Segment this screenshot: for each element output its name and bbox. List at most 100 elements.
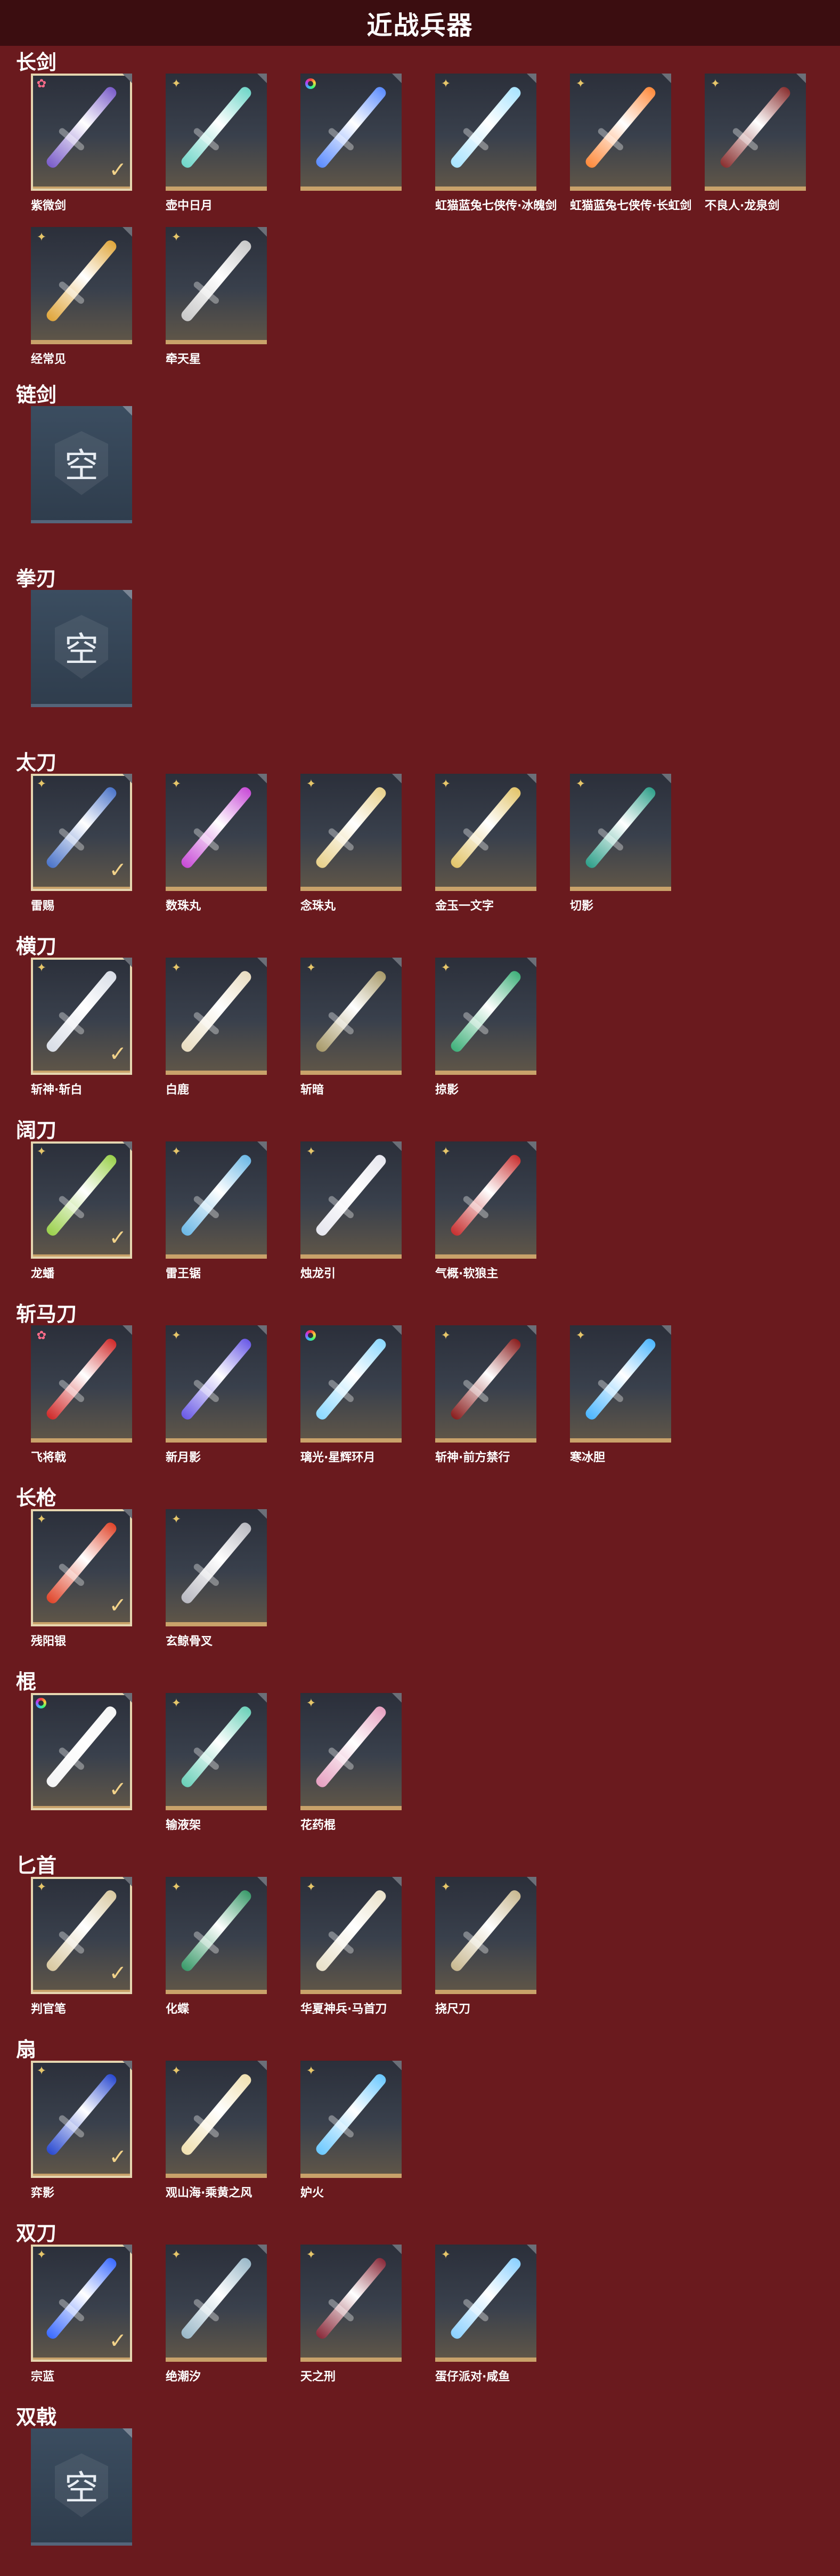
card-corner [662,1325,671,1335]
weapon-card[interactable]: ✦ [166,2061,267,2178]
weapon-card[interactable]: ✦ [435,958,536,1075]
weapon-card[interactable]: ✦ [166,1509,267,1626]
equipped-check-icon: ✓ [109,2329,127,2353]
weapon-icon [44,785,119,870]
weapon-icon [179,969,254,1054]
card-corner [392,958,402,967]
empty-slot-card[interactable]: 空 [31,406,132,523]
rainbow-ring-icon [305,1330,316,1341]
weapon-card[interactable]: ✦ [705,74,806,191]
weapon-icon [314,2072,388,2157]
weapon-card[interactable] [300,1325,402,1443]
card-corner [527,1325,536,1335]
card-corner [257,2245,267,2254]
rarity-star-icon: ✦ [306,2248,316,2262]
weapon-card[interactable]: ✦ [300,2061,402,2178]
rarity-star-icon: ✦ [171,1513,182,1526]
weapon-card[interactable]: ✿ [31,1325,132,1443]
weapon-card[interactable]: ✦ [435,1877,536,1994]
weapon-card[interactable]: ✦ ✓ [31,958,132,1075]
empty-slot-label: 空 [64,2469,99,2508]
weapon-card[interactable]: ✦ ✓ [31,774,132,891]
category-label: 长剑 [16,51,57,74]
card-corner [392,74,402,83]
weapon-card[interactable]: ✦ ✓ [31,1509,132,1626]
rarity-star-icon: ✦ [441,1881,451,1894]
weapon-icon [314,85,388,170]
rarity-star-icon: ✦ [306,777,316,791]
weapon-card[interactable]: ✦ ✓ [31,2061,132,2178]
weapon-card[interactable]: ✦ [300,1693,402,1810]
weapon-card[interactable]: ✦ [166,1693,267,1810]
weapon-card[interactable]: ✦ [166,1325,267,1443]
weapon-icon [44,1888,119,1973]
weapon-card[interactable]: ✦ [166,958,267,1075]
weapon-card[interactable]: ✦ [435,1141,536,1259]
weapon-card[interactable]: ✦ [435,74,536,191]
card-corner [392,774,402,783]
rarity-star-icon: ✦ [575,777,586,791]
weapon-card[interactable]: ✿ ✓ [31,74,132,191]
category-label: 斩马刀 [16,1302,77,1326]
weapon-card[interactable]: ✦ [166,1141,267,1259]
category-label: 双戟 [16,2405,57,2429]
weapon-card[interactable]: ✦ ✓ [31,1141,132,1259]
card-corner [392,2061,402,2070]
card-corner [796,74,806,83]
rarity-star-icon: ✦ [441,77,451,91]
page-title: 近战兵器 [0,0,840,46]
card-corner [527,958,536,967]
weapon-card[interactable]: ✦ [166,74,267,191]
weapon-card[interactable]: ✦ [166,1877,267,1994]
empty-slot-label: 空 [64,447,99,486]
weapon-name: 气概·软狼主 [435,1267,499,1281]
empty-slot-card[interactable]: 空 [31,590,132,707]
card-corner [123,958,132,967]
weapon-card[interactable]: ✦ [166,774,267,891]
rarity-star-icon: ✦ [36,1513,47,1526]
card-corner [257,1141,267,1151]
weapon-card[interactable]: ✦ [300,2245,402,2362]
weapon-icon [718,85,793,170]
weapon-card[interactable]: ✦ ✓ [31,1877,132,1994]
rarity-star-icon: ✦ [306,1697,316,1710]
card-corner [123,2245,132,2254]
empty-slot-card[interactable]: 空 [31,2428,132,2546]
card-corner [392,2245,402,2254]
weapon-card[interactable]: ✦ [435,2245,536,2362]
category-label: 扇 [16,2038,37,2061]
rarity-star-icon: ✦ [575,1329,586,1342]
weapon-card[interactable]: ✓ [31,1693,132,1810]
weapon-card[interactable]: ✦ [435,774,536,891]
weapon-card[interactable]: ✦ [300,774,402,891]
weapon-card[interactable]: ✦ [570,1325,671,1443]
weapon-card[interactable]: ✦ [31,227,132,344]
weapon-card[interactable]: ✦ [166,227,267,344]
weapon-card[interactable]: ✦ ✓ [31,2245,132,2362]
weapon-card[interactable] [300,74,402,191]
rarity-star-icon: ✦ [171,961,182,975]
weapon-card[interactable]: ✦ [300,1141,402,1259]
card-corner [392,1141,402,1151]
weapon-card[interactable]: ✦ [300,1877,402,1994]
card-corner [123,1877,132,1886]
card-corner [257,958,267,967]
category-label: 太刀 [16,751,57,774]
card-corner [392,1693,402,1703]
rainbow-ring-icon [305,78,316,89]
weapon-card[interactable]: ✦ [435,1325,536,1443]
weapon-card[interactable]: ✦ [570,74,671,191]
weapon-card[interactable]: ✦ [166,2245,267,2362]
weapon-name: 寒冰胆 [570,1451,606,1464]
weapon-card[interactable]: ✦ [300,958,402,1075]
rarity-star-icon: ✦ [306,961,316,975]
weapon-icon [179,1888,254,1973]
rarity-star-icon: ✦ [710,77,721,91]
rarity-star-icon: ✦ [36,2064,47,2078]
category-label: 棍 [16,1670,37,1694]
weapon-name: 蛋仔派对·咸鱼 [435,2370,510,2384]
weapon-card[interactable]: ✦ [570,774,671,891]
rarity-star-icon: ✦ [36,2248,47,2262]
card-corner [123,74,132,83]
weapon-icon [44,1336,119,1422]
